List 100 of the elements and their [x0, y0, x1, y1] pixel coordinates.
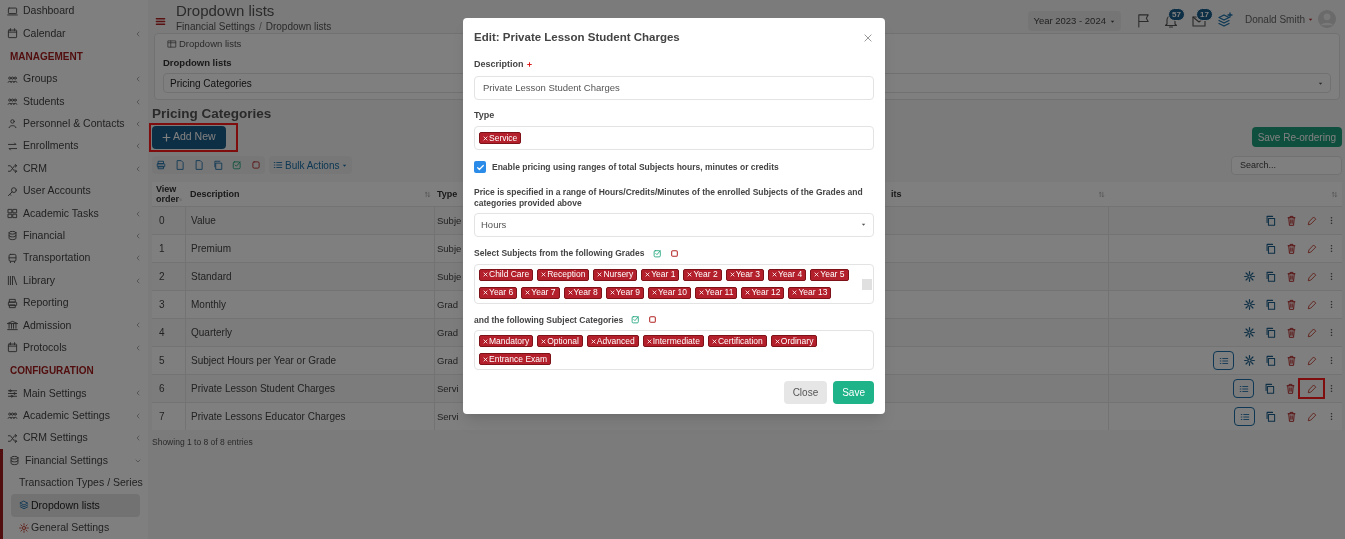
csv-file-icon[interactable] [175, 160, 185, 171]
remove-icon[interactable] [590, 338, 596, 344]
tag[interactable]: Advanced [586, 335, 639, 348]
clear-all-icon[interactable] [669, 248, 679, 258]
tag[interactable]: Year 12 [741, 286, 785, 299]
tag[interactable]: Ordinary [770, 335, 818, 348]
sidebar-item[interactable]: Personnel & Contacts [0, 112, 148, 136]
tag[interactable]: Optional [537, 335, 583, 348]
sidebar-item[interactable]: Academic Tasks [0, 202, 148, 225]
list-button[interactable] [1234, 407, 1255, 427]
pencil-icon[interactable] [1307, 271, 1317, 282]
remove-icon[interactable] [483, 272, 488, 277]
check-all-icon[interactable] [232, 160, 242, 171]
remove-icon[interactable] [483, 135, 488, 141]
bulk-actions-dropdown[interactable]: Bulk Actions [269, 156, 353, 175]
edit-button[interactable] [1298, 378, 1325, 400]
remove-icon[interactable] [646, 338, 652, 344]
column-header[interactable]: its [891, 187, 902, 201]
type-field[interactable]: Service [474, 126, 874, 150]
checkbox[interactable] [474, 161, 486, 174]
list-button[interactable] [1213, 351, 1234, 371]
tag[interactable]: Year 9 [605, 286, 645, 299]
save-button[interactable]: Save [833, 381, 874, 404]
column-header[interactable]: Type [437, 187, 458, 201]
remove-icon[interactable] [567, 290, 573, 295]
delete-icon[interactable] [1286, 355, 1297, 367]
sidebar-item[interactable]: Protocols [0, 336, 148, 360]
add-new-button[interactable]: Add New [152, 125, 226, 149]
copy-icon[interactable] [1265, 299, 1276, 311]
tag[interactable]: Year 10 [648, 286, 692, 299]
pencil-icon[interactable] [1307, 215, 1317, 226]
select-all-icon[interactable] [652, 248, 662, 258]
remove-icon[interactable] [541, 272, 547, 277]
remove-icon[interactable] [687, 272, 693, 277]
remove-icon[interactable] [699, 290, 705, 295]
tag[interactable]: Year 4 [768, 268, 807, 281]
delete-icon[interactable] [1285, 383, 1296, 395]
tag[interactable]: Entrance Exam [479, 353, 552, 366]
sidebar-item[interactable]: Main Settings [0, 382, 148, 405]
sidebar-item[interactable]: CRM Settings [0, 427, 148, 450]
remove-icon[interactable] [609, 290, 615, 295]
remove-icon[interactable] [792, 290, 798, 295]
copy-icon[interactable] [1265, 355, 1276, 367]
sidebar-item[interactable]: Transportation [0, 247, 148, 270]
tag[interactable]: Year 3 [725, 268, 764, 281]
remove-icon[interactable] [772, 272, 777, 277]
sidebar-item[interactable]: CRM [0, 157, 148, 180]
tag[interactable]: Year 11 [695, 286, 738, 299]
delete-icon[interactable] [1286, 299, 1297, 311]
scrollbar-thumb[interactable] [862, 278, 872, 290]
delete-icon[interactable] [1286, 327, 1297, 339]
tag[interactable]: Nursery [593, 268, 638, 281]
remove-icon[interactable] [541, 338, 547, 344]
tag[interactable]: Reception [537, 268, 590, 281]
sidebar-item[interactable]: Calendar [0, 22, 148, 45]
remove-icon[interactable] [814, 272, 820, 277]
breadcrumb-link[interactable]: Financial Settings [176, 19, 255, 34]
description-field[interactable]: Private Lesson Student Charges [474, 75, 874, 100]
tag[interactable]: Year 8 [563, 286, 602, 299]
column-header[interactable]: View order [156, 184, 179, 205]
remove-icon[interactable] [645, 272, 651, 277]
flag-icon[interactable] [1135, 13, 1151, 28]
pencil-icon[interactable] [1307, 243, 1317, 254]
sidebar-item[interactable]: Groups [0, 68, 148, 91]
tag[interactable]: Mandatory [479, 335, 534, 348]
pencil-icon[interactable] [1307, 355, 1317, 366]
tag[interactable]: Certification [707, 335, 767, 348]
copy-icon[interactable] [1264, 383, 1275, 395]
remove-icon[interactable] [652, 290, 658, 295]
year-dropdown[interactable]: Year 2023 - 2024 [1028, 11, 1121, 31]
pencil-icon[interactable] [1307, 327, 1317, 338]
sidebar-item[interactable]: Dashboard [0, 0, 148, 23]
search-field[interactable]: Search... [1231, 155, 1342, 175]
tag[interactable]: Year 7 [521, 286, 560, 299]
delete-icon[interactable] [1286, 271, 1297, 283]
layers-plus-icon[interactable] [1216, 12, 1233, 28]
pencil-icon[interactable] [1307, 299, 1317, 310]
select-all-icon[interactable] [631, 315, 641, 325]
remove-icon[interactable] [597, 272, 603, 277]
sidebar-item[interactable]: Academic Settings [0, 404, 148, 428]
remove-icon[interactable] [525, 290, 531, 295]
remove-icon[interactable] [711, 338, 717, 344]
sidebar-item[interactable]: Enrollments [0, 135, 148, 158]
excel-file-icon[interactable] [194, 160, 204, 171]
tag[interactable]: Year 2 [683, 268, 722, 281]
tag[interactable]: Child Care [479, 268, 534, 281]
column-header[interactable]: Description [190, 187, 240, 201]
submenu-item[interactable]: Dropdown lists [11, 494, 140, 517]
close-icon[interactable] [863, 33, 873, 43]
copy-icon[interactable] [1265, 243, 1276, 255]
copy-icon[interactable] [1265, 271, 1276, 283]
tag[interactable]: Service [479, 132, 522, 144]
close-button[interactable]: Close [783, 381, 828, 404]
tag[interactable]: Year 13 [788, 286, 832, 299]
copy-icon[interactable] [1265, 411, 1276, 423]
sidebar-item[interactable]: Financial Settings [3, 449, 148, 472]
sidebar-item[interactable]: Reporting [0, 291, 148, 315]
menu-icon[interactable] [155, 16, 166, 27]
copy-icon[interactable] [1265, 327, 1276, 339]
gear-icon[interactable] [1244, 355, 1255, 367]
